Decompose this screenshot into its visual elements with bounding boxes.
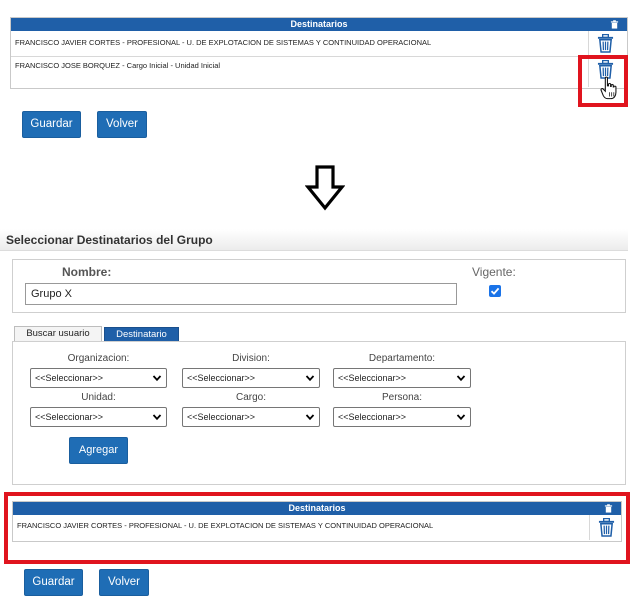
- nombre-label: Nombre:: [62, 265, 112, 279]
- vigente-label: Vigente:: [472, 265, 516, 279]
- trash-icon[interactable]: [597, 34, 614, 53]
- chevron-down-icon: [152, 375, 162, 382]
- chevron-down-icon: [305, 375, 315, 382]
- top-destinatarios-table: Destinatarios FRANCISCO JAVIER CORTES - …: [10, 17, 628, 89]
- tab-buscar-usuario[interactable]: Buscar usuario: [14, 326, 102, 342]
- trash-icon: [610, 20, 619, 29]
- table-header: Destinatarios: [13, 502, 621, 515]
- chevron-down-icon: [152, 414, 162, 421]
- hand-cursor-icon: [600, 76, 617, 100]
- row-text: FRANCISCO JOSE BORQUEZ - Cargo Inicial -…: [15, 61, 221, 70]
- nombre-input[interactable]: Grupo X: [25, 283, 457, 305]
- page-title: Seleccionar Destinatarios del Grupo: [0, 229, 628, 251]
- guardar-button[interactable]: Guardar: [22, 111, 81, 138]
- cargo-select[interactable]: <<Seleccionar>>: [182, 407, 320, 427]
- down-arrow-icon: [305, 165, 345, 211]
- organizacion-select[interactable]: <<Seleccionar>>: [30, 368, 167, 388]
- table-row: FRANCISCO JOSE BORQUEZ - Cargo Inicial -…: [11, 56, 627, 87]
- table-row: FRANCISCO JAVIER CORTES - PROFESIONAL - …: [13, 515, 621, 540]
- division-select[interactable]: <<Seleccionar>>: [182, 368, 320, 388]
- trash-icon[interactable]: [598, 518, 615, 537]
- table-header-label: Destinatarios: [288, 503, 346, 513]
- chevron-down-icon: [305, 414, 315, 421]
- volver-button[interactable]: Volver: [97, 111, 147, 138]
- persona-label: Persona:: [381, 392, 423, 403]
- guardar-button[interactable]: Guardar: [24, 569, 83, 596]
- unidad-label: Unidad:: [81, 392, 116, 403]
- bottom-destinatarios-table: Destinatarios FRANCISCO JAVIER CORTES - …: [12, 501, 622, 542]
- departamento-label: Departamento:: [368, 353, 436, 364]
- table-row: FRANCISCO JAVIER CORTES - PROFESIONAL - …: [11, 31, 627, 56]
- unidad-select[interactable]: <<Seleccionar>>: [30, 407, 167, 427]
- division-label: Division:: [232, 353, 270, 364]
- vigente-checkbox[interactable]: [489, 285, 501, 297]
- departamento-select[interactable]: <<Seleccionar>>: [333, 368, 471, 388]
- table-header: Destinatarios: [11, 18, 627, 31]
- row-text: FRANCISCO JAVIER CORTES - PROFESIONAL - …: [17, 521, 434, 530]
- table-header-label: Destinatarios: [290, 19, 348, 29]
- persona-select[interactable]: <<Seleccionar>>: [333, 407, 471, 427]
- chevron-down-icon: [456, 414, 466, 421]
- row-text: FRANCISCO JAVIER CORTES - PROFESIONAL - …: [15, 38, 432, 47]
- organizacion-label: Organizacion:: [67, 353, 130, 364]
- volver-button[interactable]: Volver: [99, 569, 149, 596]
- tab-destinatario[interactable]: Destinatario: [104, 327, 179, 342]
- chevron-down-icon: [456, 375, 466, 382]
- agregar-button[interactable]: Agregar: [69, 437, 128, 464]
- trash-icon: [604, 504, 613, 513]
- cargo-label: Cargo:: [235, 392, 266, 403]
